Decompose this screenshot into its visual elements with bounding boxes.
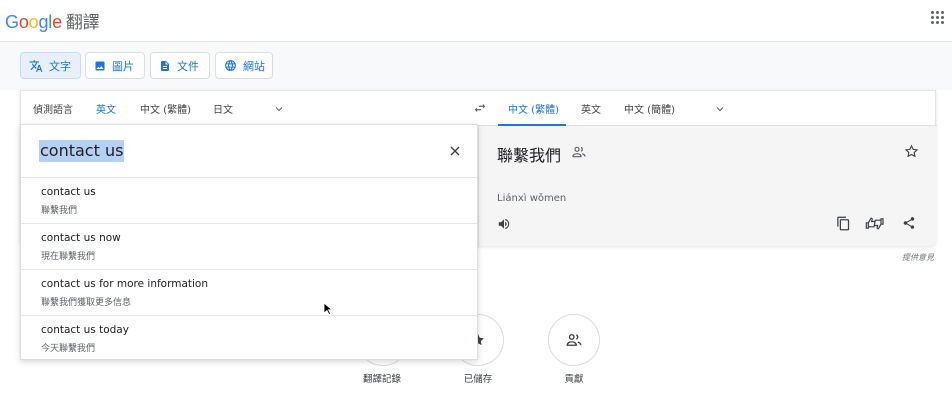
suggestion-text: contact us for more information: [41, 278, 209, 290]
save-translation-star-icon[interactable]: [904, 144, 919, 159]
rate-translation-icon[interactable]: [865, 216, 885, 231]
suggestion-item[interactable]: contact us today 今天聯繫我們: [21, 315, 477, 361]
output-pane: 聯繫我們 Liánxì wǒmen: [479, 126, 936, 246]
mode-text-label: 文字: [49, 59, 71, 73]
source-lang-zh-hant[interactable]: 中文 (繁體): [140, 101, 191, 116]
community-verified-icon[interactable]: [571, 144, 587, 160]
suggestion-translation: 今天聯繫我們: [41, 344, 96, 354]
romanization-text: Liánxì wǒmen: [497, 193, 567, 204]
mode-website-label: 網站: [243, 59, 265, 73]
send-feedback-link[interactable]: 提供意見: [902, 252, 934, 263]
suggestion-text: contact us now: [41, 232, 121, 244]
swap-languages-icon[interactable]: [473, 101, 487, 115]
target-lang-more-icon[interactable]: [714, 103, 726, 115]
suggestion-item[interactable]: contact us for more information 聯繫我們獲取更多…: [21, 269, 477, 315]
mode-document-label: 文件: [177, 59, 199, 73]
target-lang-zh-hant[interactable]: 中文 (繁體): [508, 101, 559, 116]
suggestion-translation: 聯繫我們獲取更多信息: [41, 298, 132, 308]
source-lang-detect[interactable]: 偵測語言: [33, 101, 73, 116]
mode-image-button[interactable]: 圖片: [85, 52, 145, 79]
app-header: Google 翻譯: [0, 0, 952, 42]
source-lang-more-icon[interactable]: [273, 103, 285, 115]
apps-grid-icon[interactable]: [931, 11, 945, 25]
mode-website-button[interactable]: 網站: [215, 52, 273, 79]
target-lang-english[interactable]: 英文: [581, 101, 601, 116]
image-icon: [95, 61, 105, 70]
mouse-cursor-icon: [323, 302, 333, 316]
share-translation-icon[interactable]: [902, 216, 916, 230]
google-translate-logo[interactable]: Google 翻譯: [5, 8, 100, 33]
source-input-suggestions: contact us contact us 聯繫我們 contact us no…: [20, 124, 478, 360]
contribute-label: 貢獻: [564, 374, 584, 385]
product-name: 翻譯: [65, 13, 100, 32]
contribute-button[interactable]: [548, 314, 600, 366]
suggestion-item[interactable]: contact us 聯繫我們: [21, 177, 477, 223]
copy-translation-icon[interactable]: [836, 216, 851, 231]
source-lang-japanese[interactable]: 日文: [213, 101, 233, 116]
suggestion-translation: 現在聯繫我們: [41, 252, 96, 262]
mode-image-label: 圖片: [112, 59, 134, 73]
contribute-people-icon: [566, 334, 582, 346]
language-bar: 偵測語言 英文 中文 (繁體) 日文 中文 (繁體) 英文 中文 (簡體): [21, 91, 937, 126]
mode-bar: 文字 圖片 文件 網站: [0, 42, 952, 90]
translation-output: 聯繫我們: [497, 146, 562, 165]
translate-icon: [29, 59, 43, 72]
listen-output-icon[interactable]: [497, 217, 511, 231]
history-label: 翻譯記錄: [362, 374, 401, 385]
target-lang-zh-hans[interactable]: 中文 (簡體): [624, 101, 675, 116]
suggestion-text: contact us today: [41, 324, 129, 336]
document-icon: [161, 60, 169, 71]
suggestion-item[interactable]: contact us now 現在聯繫我們: [21, 223, 477, 269]
clear-input-icon[interactable]: [447, 143, 463, 159]
source-text-input[interactable]: contact us: [39, 140, 125, 162]
suggestion-text: contact us: [41, 186, 96, 198]
mode-document-button[interactable]: 文件: [150, 52, 210, 79]
suggestion-translation: 聯繫我們: [41, 206, 78, 216]
source-lang-english[interactable]: 英文: [96, 101, 116, 116]
globe-icon: [225, 60, 236, 71]
saved-label: 已儲存: [463, 374, 493, 385]
mode-text-button[interactable]: 文字: [20, 52, 81, 79]
